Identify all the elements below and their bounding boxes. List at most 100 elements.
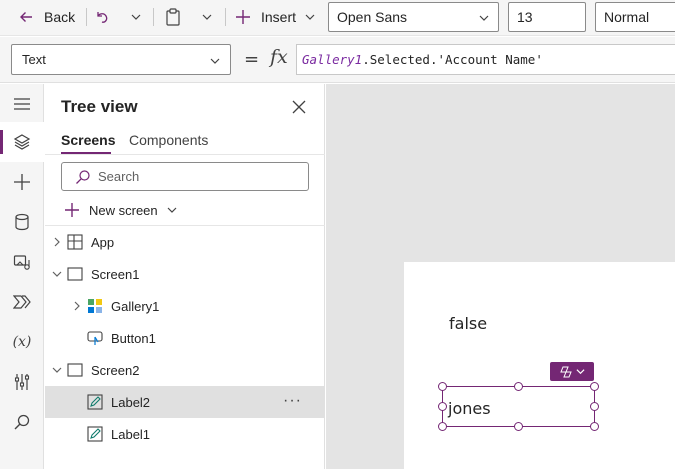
chevron-down-icon xyxy=(167,207,177,213)
fx-icon[interactable]: fx xyxy=(270,46,288,68)
back-button[interactable]: Back xyxy=(18,0,75,34)
divider xyxy=(45,154,325,155)
formula-input[interactable]: Gallery1 .Selected. 'Account Name' xyxy=(296,44,675,75)
chevron-down-icon xyxy=(305,14,315,20)
property-value: Text xyxy=(22,52,46,67)
font-family-value: Open Sans xyxy=(337,9,408,25)
search-icon xyxy=(14,414,30,430)
clipboard-icon xyxy=(166,8,180,26)
data-rail-button[interactable] xyxy=(0,202,44,242)
equals-sign: = xyxy=(244,49,260,70)
resize-handle[interactable] xyxy=(438,402,447,411)
search-rail-button[interactable] xyxy=(0,402,44,442)
chevron-down-icon xyxy=(575,369,585,375)
variables-rail-button[interactable]: (x) xyxy=(0,322,44,362)
power-automate-rail-button[interactable] xyxy=(0,282,44,322)
tree-node-label2[interactable]: Label2 ··· xyxy=(45,386,325,418)
tree-node-label: Screen1 xyxy=(91,267,140,282)
hamburger-icon xyxy=(14,98,30,110)
resize-handle[interactable] xyxy=(590,382,599,391)
formula-bar: Text = fx Gallery1 .Selected. 'Account Nam… xyxy=(0,37,675,83)
resize-handle[interactable] xyxy=(590,422,599,431)
tree-node-screen1[interactable]: Screen1 xyxy=(45,258,325,290)
tree-search-input[interactable]: Search xyxy=(61,162,309,191)
tree-node-gallery1[interactable]: Gallery1 xyxy=(45,290,325,322)
plus-icon xyxy=(14,174,30,190)
design-canvas[interactable]: false jones xyxy=(326,84,675,469)
chevron-down-icon[interactable] xyxy=(51,268,63,280)
insert-rail-button[interactable] xyxy=(0,162,44,202)
media-rail-button[interactable] xyxy=(0,242,44,282)
close-tree-view-button[interactable] xyxy=(289,97,309,117)
tree-node-label: Button1 xyxy=(111,331,156,346)
paste-button[interactable] xyxy=(165,0,181,34)
hamburger-menu-button[interactable] xyxy=(0,84,44,124)
resize-handle[interactable] xyxy=(514,422,523,431)
screen-icon xyxy=(67,267,83,281)
tab-screens[interactable]: Screens xyxy=(61,132,115,148)
new-screen-button[interactable]: New screen xyxy=(64,200,178,220)
database-icon xyxy=(15,213,29,231)
tree-node-label: Label1 xyxy=(111,427,151,442)
copilot-button[interactable] xyxy=(550,362,594,381)
formula-control-token: Gallery1 xyxy=(302,52,363,67)
chevron-down-icon xyxy=(202,14,212,20)
font-family-select[interactable]: Open Sans xyxy=(328,2,499,32)
chevron-right-icon[interactable] xyxy=(51,236,63,248)
button-icon xyxy=(87,330,103,346)
search-placeholder: Search xyxy=(98,169,140,184)
left-rail: (x) xyxy=(0,84,44,469)
more-options-button[interactable]: ··· xyxy=(283,392,302,410)
app-screen[interactable]: false jones xyxy=(404,262,675,469)
tree-view-panel: Tree view Screens Components Search New … xyxy=(45,84,325,469)
font-weight-select[interactable]: Normal xyxy=(595,2,675,32)
formula-member-token: .Selected. xyxy=(362,52,438,67)
copilot-icon xyxy=(559,366,572,377)
property-dropdown[interactable]: Text xyxy=(11,44,231,75)
chevron-down-icon xyxy=(210,58,220,64)
tree-node-label: App xyxy=(91,235,115,250)
undo-icon xyxy=(97,12,108,23)
screen-icon xyxy=(67,363,83,377)
tree-view-title: Tree view xyxy=(61,97,138,116)
insert-label: Insert xyxy=(261,9,297,25)
close-icon xyxy=(292,100,306,114)
command-bar: Back Insert Open Sans 13 Normal xyxy=(0,0,675,36)
font-weight-value: Normal xyxy=(604,9,650,25)
resize-handle[interactable] xyxy=(438,422,447,431)
insert-button[interactable]: Insert xyxy=(235,0,316,34)
tree-node-label: Label2 xyxy=(111,395,151,410)
chevron-right-icon[interactable] xyxy=(71,300,83,312)
media-icon xyxy=(13,255,30,270)
resize-handle[interactable] xyxy=(514,382,523,391)
variables-icon: (x) xyxy=(12,334,32,350)
formula-string-token: 'Account Name' xyxy=(437,52,543,67)
resize-handle[interactable] xyxy=(438,382,447,391)
tree-node-label: Screen2 xyxy=(91,363,140,378)
tree-node-label1[interactable]: Label1 xyxy=(45,418,325,450)
tree-view-rail-button[interactable] xyxy=(0,122,44,162)
power-automate-icon xyxy=(13,295,31,309)
toolbar-divider xyxy=(153,8,154,26)
tree-node-app[interactable]: App xyxy=(45,226,325,258)
label2-text: jones xyxy=(448,399,491,418)
label-icon xyxy=(87,394,103,410)
undo-button[interactable] xyxy=(94,0,110,34)
paste-dropdown-button[interactable] xyxy=(201,0,213,34)
plus-icon xyxy=(65,203,79,217)
layers-icon xyxy=(13,134,31,150)
resize-handle[interactable] xyxy=(590,402,599,411)
undo-dropdown-button[interactable] xyxy=(130,0,142,34)
label1-control[interactable]: false xyxy=(449,314,487,333)
chevron-down-icon xyxy=(479,15,489,21)
font-size-value: 13 xyxy=(517,9,533,25)
advanced-tools-icon xyxy=(14,374,30,390)
tree-node-button1[interactable]: Button1 xyxy=(45,322,325,354)
advanced-tools-rail-button[interactable] xyxy=(0,362,44,402)
tree-node-screen2[interactable]: Screen2 xyxy=(45,354,325,386)
font-size-input[interactable]: 13 xyxy=(508,2,586,32)
tab-components[interactable]: Components xyxy=(129,132,208,148)
label2-control-selected[interactable]: jones xyxy=(438,382,599,431)
toolbar-divider xyxy=(86,8,87,26)
chevron-down-icon[interactable] xyxy=(51,364,63,376)
